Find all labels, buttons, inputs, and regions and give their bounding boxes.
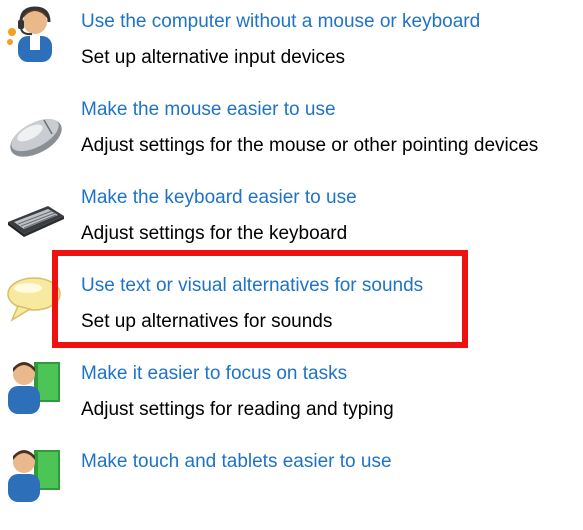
keyboard-easier-link[interactable]: Make the keyboard easier to use xyxy=(81,186,357,210)
accessibility-item-focus-tasks: Make it easier to focus on tasks Adjust … xyxy=(0,362,583,442)
focus-tasks-description: Adjust settings for reading and typing xyxy=(81,399,394,420)
mouse-easier-link[interactable]: Make the mouse easier to use xyxy=(81,98,336,122)
no-mouse-keyboard-link[interactable]: Use the computer without a mouse or keyb… xyxy=(81,10,480,34)
accessibility-item-mouse: Make the mouse easier to use Adjust sett… xyxy=(0,98,583,178)
touch-tablets-link[interactable]: Make touch and tablets easier to use xyxy=(81,450,392,474)
keyboard-easier-description: Adjust settings for the keyboard xyxy=(81,223,348,244)
person-book-icon xyxy=(4,444,66,504)
accessibility-item-no-mouse-keyboard: Use the computer without a mouse or keyb… xyxy=(0,6,583,90)
focus-tasks-link[interactable]: Make it easier to focus on tasks xyxy=(81,362,347,386)
person-headset-icon xyxy=(4,2,66,62)
mouse-icon xyxy=(4,104,66,164)
mouse-easier-description: Adjust settings for the mouse or other p… xyxy=(81,135,539,156)
no-mouse-keyboard-description: Set up alternative input devices xyxy=(81,47,346,68)
highlight-box xyxy=(52,250,468,348)
accessibility-item-touch-tablets: Make touch and tablets easier to use xyxy=(0,450,583,530)
person-book-icon xyxy=(4,356,66,416)
keyboard-icon xyxy=(4,188,66,248)
